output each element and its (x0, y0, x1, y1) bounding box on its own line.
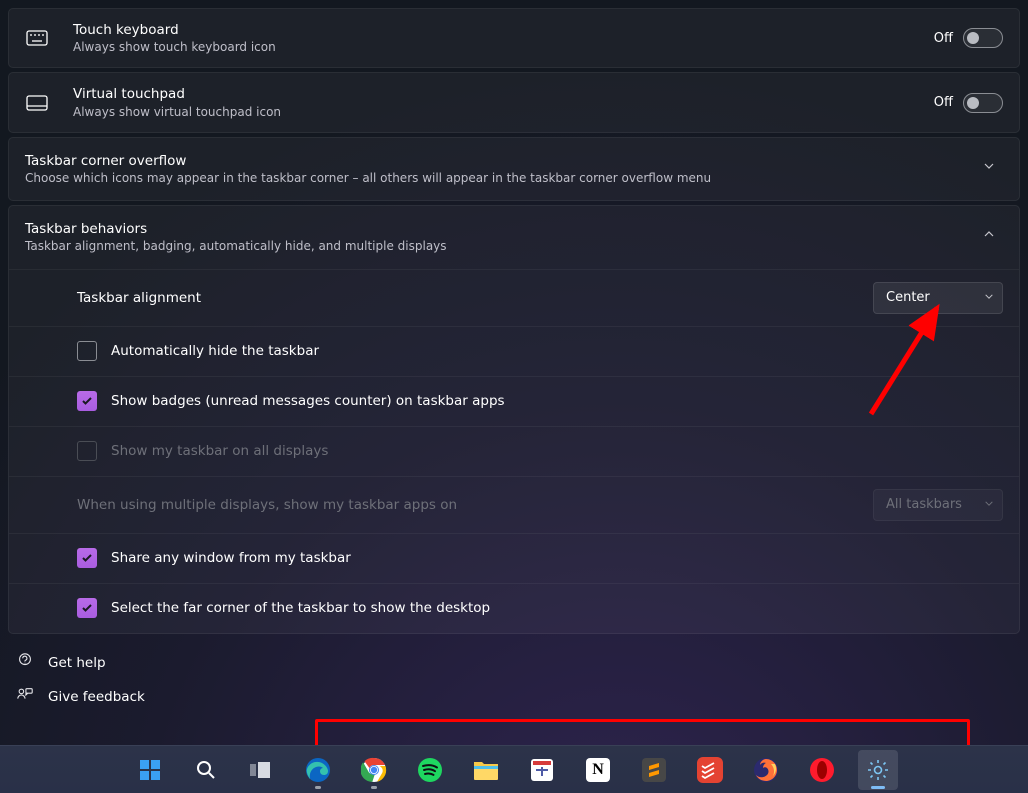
taskbar-chrome[interactable] (354, 750, 394, 790)
taskbar-opera[interactable] (802, 750, 842, 790)
row-badges: Show badges (unread messages counter) on… (9, 376, 1019, 426)
taskbar-search[interactable] (186, 750, 226, 790)
row-touch-keyboard: Touch keyboard Always show touch keyboar… (9, 9, 1019, 67)
row-far-corner: Select the far corner of the taskbar to … (9, 583, 1019, 633)
all-displays-label: Show my taskbar on all displays (111, 442, 328, 460)
taskbar-firefox[interactable] (746, 750, 786, 790)
virtual-touchpad-state: Off (934, 95, 953, 110)
touchpad-icon (25, 91, 49, 115)
taskbar-spotify[interactable] (410, 750, 450, 790)
alignment-select[interactable]: Center (873, 282, 1003, 314)
feedback-label: Give feedback (48, 689, 145, 705)
chevron-down-icon (984, 290, 994, 305)
taskbar-file-explorer[interactable] (466, 750, 506, 790)
touch-keyboard-state: Off (934, 31, 953, 46)
badges-checkbox[interactable] (77, 391, 97, 411)
taskbar-todoist[interactable] (690, 750, 730, 790)
all-displays-checkbox (77, 441, 97, 461)
auto-hide-label: Automatically hide the taskbar (111, 342, 319, 360)
row-overflow[interactable]: Taskbar corner overflow Choose which ico… (9, 138, 1019, 200)
far-corner-label: Select the far corner of the taskbar to … (111, 599, 490, 617)
virtual-touchpad-title: Virtual touchpad (73, 85, 934, 103)
row-alignment: Taskbar alignment Center (9, 269, 1019, 326)
taskbar-settings[interactable] (858, 750, 898, 790)
row-multi-displays: When using multiple displays, show my ta… (9, 476, 1019, 533)
get-help-link[interactable]: Get help (10, 646, 1018, 680)
taskbar-edge[interactable] (298, 750, 338, 790)
alignment-value: Center (886, 290, 930, 305)
row-auto-hide: Automatically hide the taskbar (9, 326, 1019, 376)
taskbar-start[interactable] (130, 750, 170, 790)
virtual-touchpad-toggle[interactable] (963, 93, 1003, 113)
share-window-checkbox[interactable] (77, 548, 97, 568)
multi-displays-label: When using multiple displays, show my ta… (77, 496, 873, 514)
taskbar-notion[interactable]: N (578, 750, 618, 790)
row-all-displays: Show my taskbar on all displays (9, 426, 1019, 476)
help-icon (16, 652, 34, 674)
alignment-label: Taskbar alignment (77, 289, 873, 307)
touch-keyboard-toggle[interactable] (963, 28, 1003, 48)
overflow-title: Taskbar corner overflow (25, 152, 963, 170)
behaviors-sub: Taskbar alignment, badging, automaticall… (25, 238, 963, 254)
touch-keyboard-sub: Always show touch keyboard icon (73, 39, 934, 55)
row-behaviors-header[interactable]: Taskbar behaviors Taskbar alignment, bad… (9, 206, 1019, 268)
auto-hide-checkbox[interactable] (77, 341, 97, 361)
taskbar-sublime[interactable] (634, 750, 674, 790)
chevron-down-icon (984, 497, 994, 512)
chevron-up-icon (975, 220, 1003, 248)
row-virtual-touchpad: Virtual touchpad Always show virtual tou… (9, 73, 1019, 131)
share-window-label: Share any window from my taskbar (111, 549, 351, 567)
virtual-touchpad-sub: Always show virtual touchpad icon (73, 104, 934, 120)
behaviors-title: Taskbar behaviors (25, 220, 963, 238)
multi-displays-select: All taskbars (873, 489, 1003, 521)
touch-keyboard-title: Touch keyboard (73, 21, 934, 39)
give-feedback-link[interactable]: Give feedback (10, 680, 1018, 714)
chevron-down-icon (975, 152, 1003, 180)
row-share-window: Share any window from my taskbar (9, 533, 1019, 583)
help-label: Get help (48, 655, 106, 671)
taskbar: N (0, 745, 1028, 793)
keyboard-icon (25, 26, 49, 50)
badges-label: Show badges (unread messages counter) on… (111, 392, 505, 410)
overflow-sub: Choose which icons may appear in the tas… (25, 170, 963, 186)
multi-displays-value: All taskbars (886, 497, 962, 512)
feedback-icon (16, 686, 34, 708)
taskbar-task-view[interactable] (242, 750, 282, 790)
taskbar-snipping-tool[interactable] (522, 750, 562, 790)
far-corner-checkbox[interactable] (77, 598, 97, 618)
